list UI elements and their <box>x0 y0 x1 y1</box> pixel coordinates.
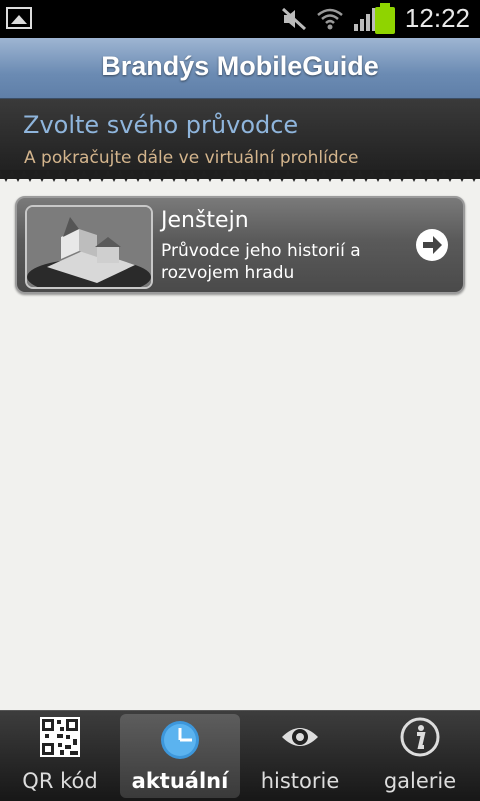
tab-label: aktuální <box>131 769 229 793</box>
clock-icon <box>161 721 199 759</box>
status-bar: 12:22 <box>0 0 480 38</box>
mute-icon <box>281 7 307 31</box>
clock-time: 12:22 <box>404 3 470 33</box>
tab-current[interactable]: aktuální <box>120 714 240 798</box>
tab-qr-code[interactable]: QR kód <box>0 711 120 801</box>
guide-description: Průvodce jeho historií a rozvojem hradu <box>161 241 361 283</box>
guide-title: Jenštejn <box>161 208 249 233</box>
info-icon <box>400 717 440 757</box>
gallery-icon <box>6 7 32 29</box>
app-title-bar: Brandýs MobileGuide <box>0 38 480 99</box>
arrow-right-icon[interactable] <box>415 228 449 262</box>
guide-list-item[interactable]: Jenštejn Průvodce jeho historií a rozvoj… <box>15 196 465 294</box>
qr-code-icon <box>40 717 80 757</box>
tab-history[interactable]: historie <box>240 711 360 801</box>
app-title: Brandýs MobileGuide <box>101 51 379 81</box>
bottom-tab-bar: QR kód aktuální historie galerie <box>0 710 480 801</box>
tab-label: QR kód <box>22 769 98 793</box>
tab-label: galerie <box>383 769 457 793</box>
section-title: Zvolte svého průvodce <box>23 111 299 139</box>
tab-label: historie <box>260 769 340 793</box>
section-header: Zvolte svého průvodce A pokračujte dále … <box>0 99 480 179</box>
castle-thumbnail <box>25 205 153 289</box>
wifi-icon <box>317 8 343 30</box>
battery-icon <box>375 3 395 34</box>
section-subtitle: A pokračujte dále ve virtuální prohlídce <box>24 148 359 168</box>
zigzag-divider <box>0 170 480 182</box>
eye-icon <box>282 728 318 746</box>
tab-gallery[interactable]: galerie <box>360 711 480 801</box>
